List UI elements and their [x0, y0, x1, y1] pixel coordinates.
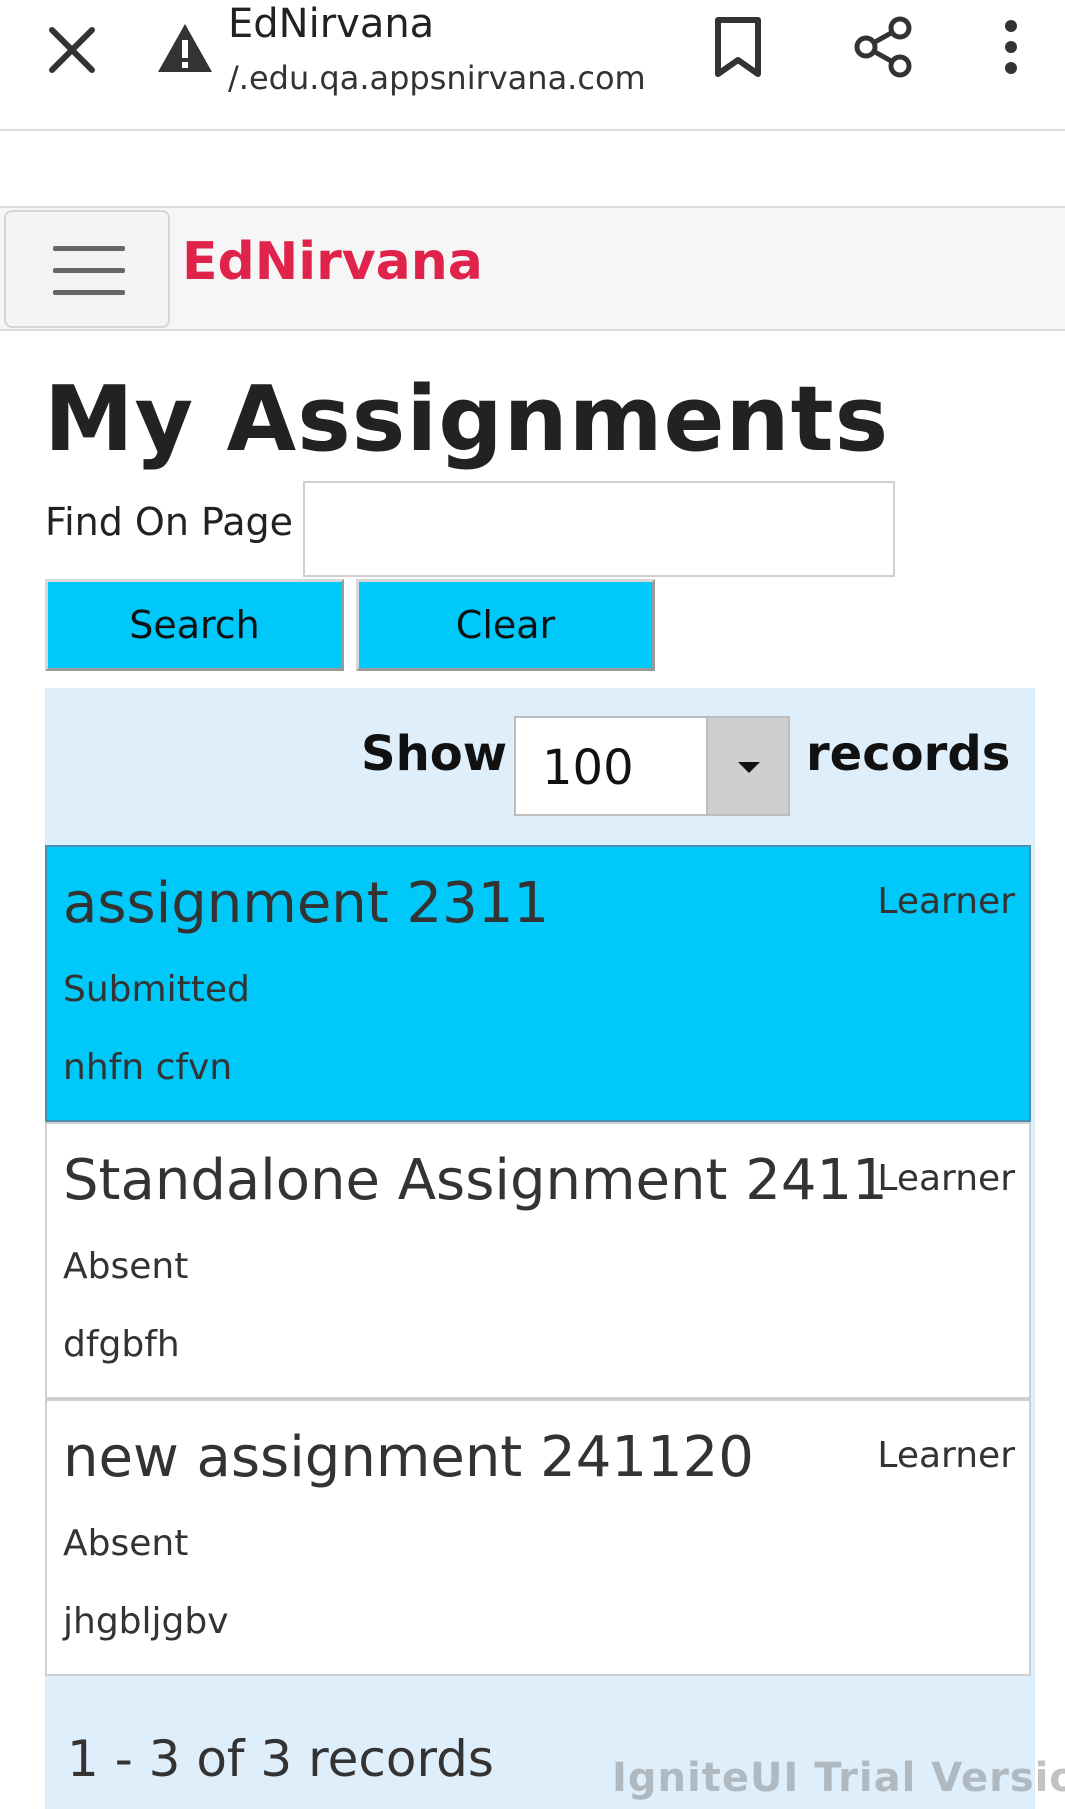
assignment-name: Standalone Assignment 2411 [63, 1148, 888, 1213]
browser-url[interactable]: /.edu.qa.appsnirvana.com [228, 58, 646, 98]
list-item[interactable]: new assignment 241120 Learner Absent jhg… [45, 1399, 1031, 1676]
more-vertical-icon[interactable] [994, 14, 1028, 80]
list-item[interactable]: Standalone Assignment 2411 Learner Absen… [45, 1122, 1031, 1399]
assignment-role: Learner [877, 1158, 1015, 1199]
page-title: My Assignments [44, 367, 890, 472]
find-on-page-label: Find On Page [45, 500, 294, 544]
find-on-page-input[interactable] [303, 481, 895, 577]
assignment-name: assignment 2311 [63, 871, 550, 936]
show-label: Show [361, 726, 508, 782]
hamburger-bar [53, 246, 125, 251]
bookmark-icon[interactable] [712, 16, 764, 78]
assignment-name: new assignment 241120 [63, 1425, 754, 1490]
chevron-down-icon [738, 762, 760, 773]
assignment-status: Submitted [63, 969, 250, 1010]
browser-page-title: EdNirvana [228, 1, 435, 47]
warning-icon[interactable] [156, 22, 214, 74]
assignment-description: dfgbfh [63, 1324, 180, 1365]
browser-toolbar: EdNirvana /.edu.qa.appsnirvana.com [0, 0, 1065, 131]
list-item[interactable]: assignment 2311 Learner Submitted nhfn c… [45, 845, 1031, 1122]
clear-button[interactable]: Clear [356, 579, 655, 671]
hamburger-menu-icon[interactable] [4, 210, 170, 328]
records-label: records [806, 726, 1011, 782]
pager-summary: 1 - 3 of 3 records [67, 1730, 494, 1788]
assignment-role: Learner [877, 881, 1015, 922]
page-size-value: 100 [542, 740, 634, 796]
page-size-select[interactable]: 100 [514, 716, 790, 816]
assignment-description: nhfn cfvn [63, 1047, 233, 1088]
grid-header: Show 100 records [45, 688, 1035, 845]
search-button[interactable]: Search [45, 579, 344, 671]
assignment-status: Absent [63, 1523, 189, 1564]
trial-watermark: IgniteUI Trial Version [612, 1755, 1065, 1801]
assignments-grid: Show 100 records assignment 2311 Learner… [45, 688, 1035, 1809]
assignment-status: Absent [63, 1246, 189, 1287]
assignment-role: Learner [877, 1435, 1015, 1476]
app-navbar: EdNirvana [0, 206, 1065, 331]
brand-logo-text[interactable]: EdNirvana [182, 232, 483, 292]
hamburger-bar [53, 290, 125, 295]
hamburger-bar [53, 268, 125, 273]
share-icon[interactable] [852, 16, 914, 78]
close-icon[interactable] [44, 22, 100, 78]
assignment-description: jhgbljgbv [63, 1601, 229, 1642]
dropdown-button[interactable] [706, 718, 788, 814]
